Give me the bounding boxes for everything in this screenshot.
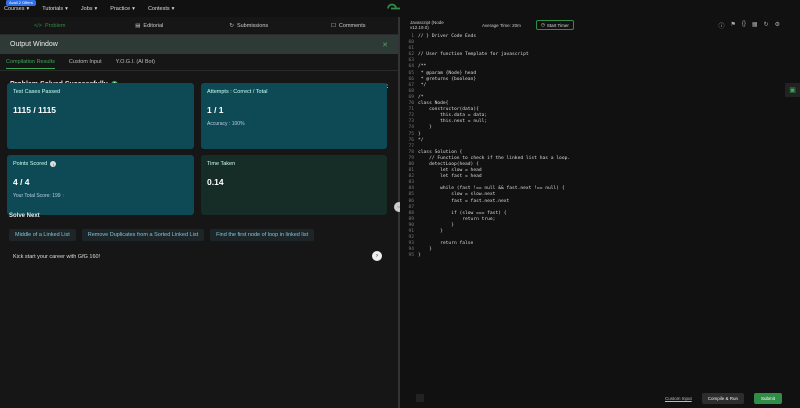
chevron-down-icon: ▾ bbox=[171, 5, 175, 12]
link-remove-duplicates[interactable]: Remove Duplicates from a Sorted Linked L… bbox=[81, 229, 205, 241]
chevron-down-icon: ▾ bbox=[94, 5, 98, 12]
top-navbar: Avail 2 Offers Courses ▾ Tutorials ▾ Jobs ▾… bbox=[0, 0, 800, 393]
chevron-down-icon: ▾ bbox=[65, 5, 68, 12]
code-icon: </> bbox=[34, 22, 42, 29]
tab-problem[interactable]: </> Problem bbox=[0, 17, 100, 34]
code-text: } bbox=[418, 253, 421, 259]
info-icon[interactable]: ⓘ bbox=[718, 21, 724, 30]
tab-custom-input[interactable]: Custom Input bbox=[69, 59, 102, 65]
tab-yogi-bot[interactable]: Y.O.G.I. (AI Bot) bbox=[116, 59, 155, 65]
brackets-icon[interactable]: {} bbox=[742, 21, 746, 30]
solve-next-links: Middle of a Linked List Remove Duplicate… bbox=[9, 229, 315, 241]
menu-jobs[interactable]: Jobs ▾ bbox=[81, 6, 97, 12]
code-text: fast = fast.next.next bbox=[418, 198, 510, 204]
settings-icon[interactable]: ⚙ bbox=[775, 21, 780, 30]
tests-value: 1115 / 1115 bbox=[13, 105, 57, 115]
code-text: * @returns {boolean} bbox=[418, 76, 477, 82]
code-editor-panel: Javascript (Node v12.19.0) Average Time:… bbox=[400, 17, 800, 408]
points-card: Points Scored i 4 / 4 Your Total Score: 1… bbox=[7, 155, 194, 215]
submissions-icon: ↻ bbox=[229, 22, 234, 29]
menu-practice[interactable]: Practice ▾ bbox=[110, 6, 135, 12]
solve-next-title: Solve Next bbox=[9, 213, 40, 219]
editor-actions: Custom Input Compile & Run Submit bbox=[400, 389, 800, 408]
attempts-value: 1 / 1 bbox=[207, 105, 224, 115]
code-text: // User function Template for javascript bbox=[418, 52, 529, 58]
chat-icon[interactable]: ▣ bbox=[785, 83, 800, 97]
attempts-card: Attempts : Correct / Total 1 / 1 Accurac… bbox=[201, 83, 387, 149]
total-score: Your Total Score: 199 bbox=[13, 193, 61, 199]
average-time: Average Time: 20m bbox=[482, 22, 521, 28]
start-timer-button[interactable]: ◷ Start Timer bbox=[535, 20, 574, 30]
language-select[interactable]: Javascript (Node v12.19.0) bbox=[410, 20, 460, 30]
arrow-right-icon[interactable]: › bbox=[372, 251, 382, 261]
offer-badge[interactable]: Avail 2 Offers bbox=[6, 0, 36, 6]
code-text: // } Driver Code Ends bbox=[418, 34, 477, 39]
output-window-header: Output Window ✕ bbox=[0, 35, 398, 54]
document-icon: ▤ bbox=[135, 22, 141, 29]
tab-submissions[interactable]: ↻ Submissions bbox=[199, 17, 299, 34]
points-value: 4 / 4 bbox=[13, 177, 30, 187]
tab-editorial[interactable]: ▤ Editorial bbox=[100, 17, 200, 34]
tab-comments[interactable]: ☐ Comments bbox=[299, 17, 399, 34]
editor-toolbar: Javascript (Node v12.19.0) Average Time:… bbox=[400, 17, 800, 33]
code-text: let fast = head bbox=[418, 174, 482, 180]
editor-icons: ⓘ ⚑ {} ▦ ↻ ⚙ bbox=[718, 21, 780, 30]
tests-card: Test Cases Passed 1115 / 1115 bbox=[7, 83, 194, 149]
bookmark-icon[interactable]: ⚑ bbox=[731, 21, 736, 30]
output-window-title: Output Window bbox=[10, 41, 58, 48]
code-text: */ bbox=[418, 137, 424, 143]
compile-run-button[interactable]: Compile & Run bbox=[701, 393, 744, 404]
problem-tabs: </> Problem ▤ Editorial ↻ Submissions ☐ Comm… bbox=[0, 17, 398, 35]
submit-button[interactable]: Submit bbox=[753, 393, 782, 404]
chevron-down-icon: ▾ bbox=[132, 5, 135, 12]
clock-icon: ◷ bbox=[540, 22, 545, 27]
output-subtabs: Compilation Results Custom Input Y.O.G.I… bbox=[0, 54, 398, 71]
tab-compilation-results[interactable]: Compilation Results bbox=[6, 59, 55, 69]
menu-contests[interactable]: Contests ▾ bbox=[148, 6, 174, 12]
code-line: 95} bbox=[400, 253, 785, 259]
close-icon[interactable]: ✕ bbox=[382, 41, 388, 49]
time-value: 0.14 bbox=[207, 177, 224, 187]
comment-icon: ☐ bbox=[330, 22, 336, 29]
custom-input-link[interactable]: Custom Input bbox=[665, 396, 692, 401]
link-first-node-of-loop[interactable]: Find the first node of loop in linked li… bbox=[210, 229, 315, 241]
link-middle-of-linked-list[interactable]: Middle of a Linked List bbox=[9, 229, 76, 241]
code-area[interactable]: 1// } Driver Code Ends 60 61 62// User func… bbox=[400, 34, 785, 304]
kickstart-text: Kick start your career with GfG 160! bbox=[13, 254, 101, 260]
time-card: Time Taken 0.14 bbox=[201, 155, 387, 215]
main-menu: Courses ▾ Tutorials ▾ Jobs ▾ Practice ▾ Cont… bbox=[4, 6, 174, 12]
menu-tutorials[interactable]: Tutorials ▾ bbox=[42, 6, 68, 12]
accuracy-text: Accuracy : 100% bbox=[207, 121, 245, 127]
problem-panel: </> Problem ▤ Editorial ↻ Submissions ☐ Comm… bbox=[0, 17, 398, 408]
code-text: */ bbox=[418, 82, 427, 88]
line-number: 95 bbox=[408, 253, 414, 259]
code-text: } bbox=[418, 229, 443, 234]
arrow-up-icon: ↑ bbox=[61, 193, 65, 199]
info-icon[interactable]: i bbox=[50, 161, 57, 167]
reset-icon[interactable]: ↻ bbox=[764, 21, 769, 30]
menu-courses[interactable]: Courses ▾ bbox=[4, 6, 29, 12]
layout-icon[interactable]: ▦ bbox=[752, 21, 758, 30]
chevron-down-icon: ▾ bbox=[26, 5, 30, 12]
